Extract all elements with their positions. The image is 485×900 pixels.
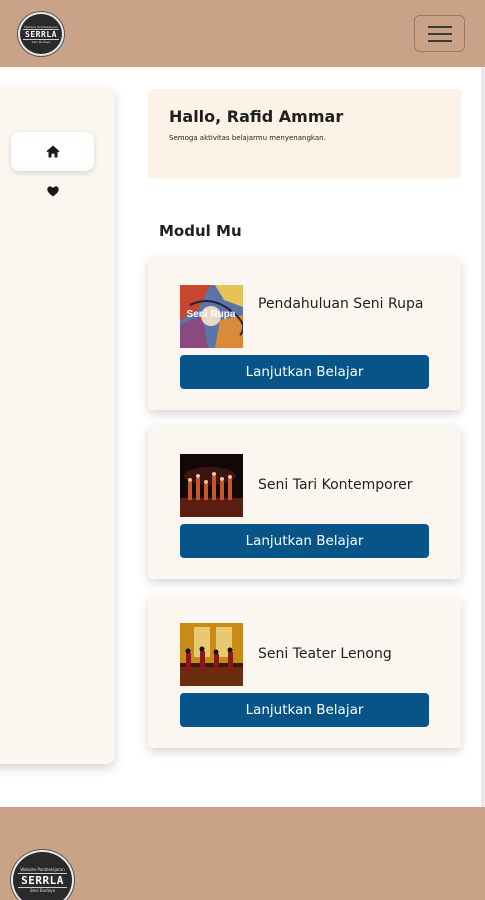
module-thumbnail[interactable] bbox=[180, 623, 243, 686]
module-card: Seni Rupa Pendahuluan Seni Rupa Lanjutka… bbox=[148, 257, 461, 410]
hamburger-icon bbox=[428, 26, 452, 28]
continue-learning-button[interactable]: Lanjutkan Belajar bbox=[180, 693, 429, 727]
navbar: Website Pembelajaran SERRLA Seni Budaya bbox=[0, 0, 485, 67]
section-title: Modul Mu bbox=[159, 222, 242, 240]
welcome-subtitle: Semoga aktivitas belajarmu menyenangkan. bbox=[169, 134, 326, 142]
continue-learning-button[interactable]: Lanjutkan Belajar bbox=[180, 524, 429, 558]
page-edge bbox=[481, 67, 485, 807]
module-thumbnail[interactable]: Seni Rupa bbox=[180, 285, 243, 348]
sidebar-item-home[interactable] bbox=[11, 132, 94, 171]
footer-logo[interactable]: Website Pembelajaran SERRLA Seni Budaya bbox=[11, 850, 74, 900]
footer-logo-sub-text: Seni Budaya bbox=[29, 887, 55, 893]
module-title[interactable]: Seni Teater Lenong bbox=[258, 643, 428, 665]
logo-name: SERRLA bbox=[23, 28, 59, 40]
continue-learning-button[interactable]: Lanjutkan Belajar bbox=[180, 355, 429, 389]
module-title[interactable]: Pendahuluan Seni Rupa bbox=[258, 293, 428, 315]
logo[interactable]: Website Pembelajaran SERRLA Seni Budaya bbox=[18, 12, 64, 56]
footer: Website Pembelajaran SERRLA Seni Budaya bbox=[0, 807, 485, 900]
module-card: Seni Tari Kontemporer Lanjutkan Belajar bbox=[148, 426, 461, 579]
footer-logo-name: SERRLA bbox=[18, 872, 67, 888]
welcome-card: Hallo, Rafid Ammar Semoga aktivitas bela… bbox=[148, 89, 461, 179]
sidebar-item-favorites[interactable] bbox=[11, 172, 94, 211]
module-title[interactable]: Seni Tari Kontemporer bbox=[258, 474, 428, 496]
module-thumbnail[interactable] bbox=[180, 454, 243, 517]
home-icon bbox=[46, 145, 59, 158]
heart-icon bbox=[46, 186, 59, 197]
menu-toggle-button[interactable] bbox=[414, 15, 465, 52]
greeting: Hallo, Rafid Ammar bbox=[169, 107, 344, 126]
thumbnail-caption: Seni Rupa bbox=[187, 309, 236, 320]
logo-sub-text: Seni Budaya bbox=[31, 39, 51, 44]
sidebar bbox=[0, 88, 115, 764]
module-card: Seni Teater Lenong Lanjutkan Belajar bbox=[148, 595, 461, 748]
